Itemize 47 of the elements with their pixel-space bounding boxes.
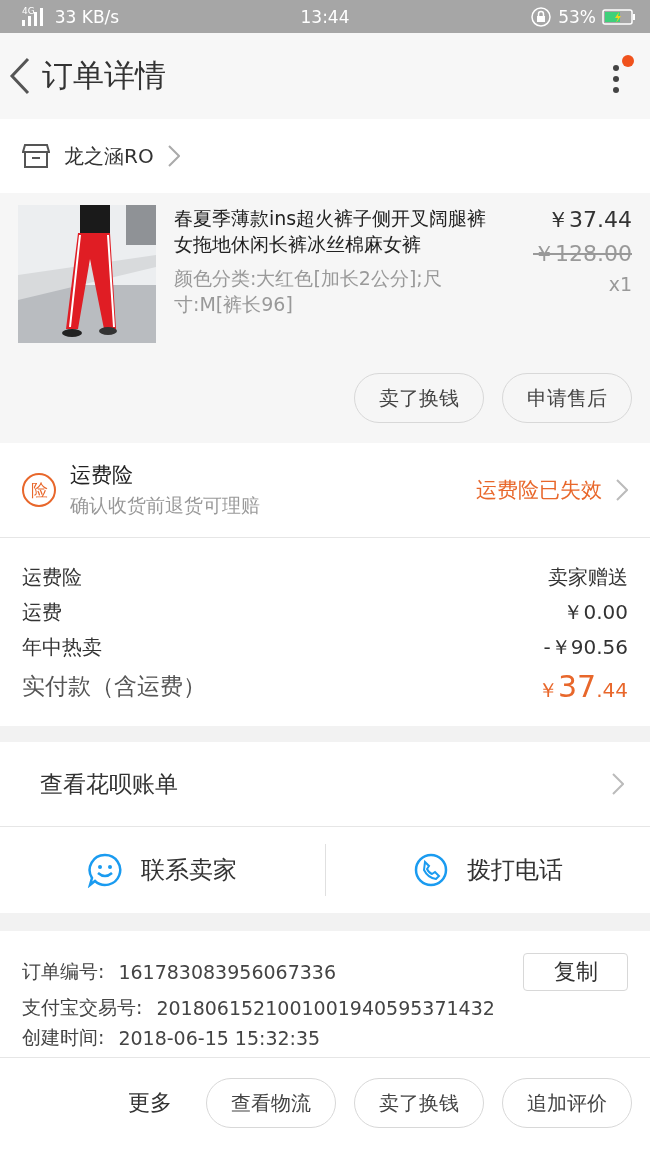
- shop-icon: [22, 143, 50, 169]
- fee-label: 年中热卖: [22, 634, 102, 661]
- chevron-right-icon: [616, 479, 628, 501]
- info-value: 2018-06-15 15:32:35: [118, 1027, 321, 1049]
- info-label: 订单编号:: [22, 959, 105, 984]
- smiley-chat-icon: [87, 852, 124, 888]
- network-speed: 33 KB/s: [54, 6, 120, 27]
- contact-button[interactable]: 联系卖家: [0, 844, 325, 896]
- insurance-badge: 险: [22, 473, 56, 507]
- fee-value: 卖家赠送: [548, 564, 628, 591]
- info-value: 161783083956067336: [118, 961, 336, 983]
- clock: 13:44: [300, 6, 350, 27]
- fee-label: 运费险: [22, 564, 82, 591]
- product-title[interactable]: 春夏季薄款ins超火裤子侧开叉阔腿裤女拖地休闲长裤冰丝棉麻女裤: [174, 205, 504, 257]
- original-price: ￥128.00: [533, 240, 632, 268]
- action-button[interactable]: 卖了换钱: [354, 1078, 484, 1128]
- quantity: x1: [608, 273, 632, 295]
- total-label: 实付款（含运费）: [22, 672, 206, 701]
- fee-value: ￥0.00: [563, 599, 628, 626]
- fee-value: -￥90.56: [543, 634, 628, 661]
- page-title: 订单详情: [42, 56, 167, 95]
- phone-icon: [412, 852, 449, 888]
- product-sku: 颜色分类:大红色[加长2公分];尺寸:M[裤长96]: [174, 266, 443, 317]
- battery-charging-icon: [602, 8, 636, 25]
- chevron-right-icon: [167, 145, 180, 167]
- action-button[interactable]: 申请售后: [502, 373, 632, 423]
- fee-label: 运费: [22, 599, 62, 626]
- insurance-title: 运费险: [70, 462, 134, 489]
- back-icon[interactable]: [8, 56, 32, 96]
- info-label: 创建时间:: [22, 1025, 105, 1050]
- product-price: ￥37.44: [547, 206, 632, 234]
- network-type: 4G: [22, 5, 35, 16]
- insurance-subtitle: 确认收货前退货可理赔: [70, 493, 261, 518]
- rotation-lock-icon: [530, 5, 553, 28]
- action-button[interactable]: 追加评价: [502, 1078, 632, 1128]
- copy-button[interactable]: 复制: [523, 953, 628, 991]
- shop-name[interactable]: 龙之涵RO: [64, 142, 154, 170]
- total-amount: ￥37.44: [538, 669, 628, 704]
- info-value: 2018061521001001940595371432: [156, 997, 495, 1019]
- info-label: 支付宝交易号:: [22, 995, 143, 1020]
- battery-percent: 53%: [558, 6, 596, 27]
- chevron-right-icon: [612, 773, 624, 795]
- contact-button[interactable]: 拨打电话: [324, 844, 650, 896]
- action-button[interactable]: 卖了换钱: [354, 373, 484, 423]
- action-button[interactable]: 查看物流: [206, 1078, 336, 1128]
- huabei-link[interactable]: 查看花呗账单: [40, 768, 178, 800]
- more-button[interactable]: 更多: [122, 1078, 178, 1128]
